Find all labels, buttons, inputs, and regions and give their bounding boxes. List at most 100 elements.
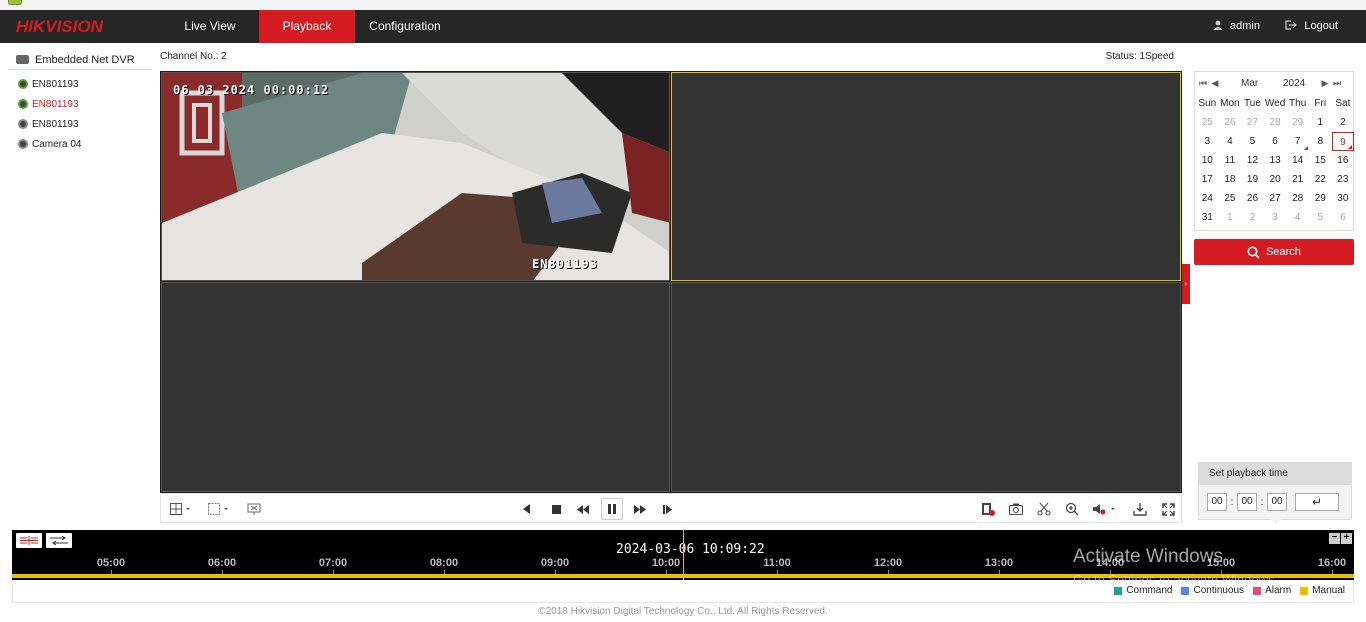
calendar-day[interactable]: 4: [1219, 132, 1242, 151]
calendar-day[interactable]: 5: [1241, 132, 1264, 151]
timeline-cursor[interactable]: [683, 530, 684, 580]
calendar-day[interactable]: 25: [1219, 189, 1242, 208]
calendar-day[interactable]: 20: [1264, 170, 1287, 189]
calendar-day[interactable]: 10: [1196, 151, 1219, 170]
tab-configuration[interactable]: Configuration: [363, 10, 447, 43]
calendar-day[interactable]: 5: [1309, 208, 1332, 227]
device-sidebar: Embedded Net DVR EN801193 EN801193 EN801…: [8, 50, 152, 154]
calendar-day[interactable]: 2: [1241, 208, 1264, 227]
fast-forward-button[interactable]: [631, 500, 649, 518]
timeline-zoom-in-icon[interactable]: +: [1341, 533, 1352, 544]
video-pane-4[interactable]: [671, 282, 1181, 492]
calendar-day[interactable]: 17: [1196, 170, 1219, 189]
calendar-day[interactable]: 18: [1219, 170, 1242, 189]
shortcut-icon: [8, 0, 22, 5]
calendar-day[interactable]: 27: [1264, 189, 1287, 208]
next-month-icon[interactable]: ▶: [1319, 78, 1331, 89]
calendar-day[interactable]: 8: [1309, 132, 1332, 151]
confirm-time-button[interactable]: ↵: [1295, 493, 1339, 511]
calendar-day[interactable]: 30: [1332, 189, 1355, 208]
calendar-day[interactable]: 19: [1241, 170, 1264, 189]
device-label: Embedded Net DVR: [35, 53, 135, 66]
calendar-day[interactable]: 29: [1286, 113, 1309, 132]
capture-button[interactable]: [1007, 500, 1025, 518]
calendar-day[interactable]: 9: [1331, 132, 1355, 151]
timeline-zoom-out-icon[interactable]: −: [1329, 533, 1340, 544]
search-button[interactable]: Search: [1194, 239, 1354, 265]
calendar-day[interactable]: 6: [1264, 132, 1287, 151]
video-pane-2[interactable]: [671, 72, 1181, 281]
calendar-day[interactable]: 2: [1332, 113, 1355, 132]
calendar-day[interactable]: 1: [1219, 208, 1242, 227]
timeline-tick-label: 12:00: [873, 557, 903, 569]
tab-live-view[interactable]: Live View: [168, 10, 252, 43]
calendar-day[interactable]: 3: [1196, 132, 1219, 151]
collapse-panel-handle[interactable]: ›: [1182, 264, 1190, 304]
audio-button[interactable]: [1091, 500, 1119, 518]
user-menu[interactable]: admin: [1213, 10, 1260, 43]
frame-step-button[interactable]: [659, 500, 675, 518]
calendar-day[interactable]: 24: [1196, 189, 1219, 208]
calendar-day[interactable]: 11: [1219, 151, 1242, 170]
calendar-day[interactable]: 12: [1241, 151, 1264, 170]
fast-forward-icon: [634, 504, 646, 514]
stop-icon: [551, 504, 561, 514]
stop-button[interactable]: [548, 500, 564, 518]
camera-icon: [18, 99, 28, 109]
calendar-day[interactable]: 25: [1196, 113, 1219, 132]
calendar-day[interactable]: 4: [1286, 208, 1309, 227]
camera-item-4[interactable]: Camera 04: [8, 134, 152, 154]
prev-year-icon[interactable]: ⏮: [1197, 78, 1209, 89]
tab-playback[interactable]: Playback: [259, 10, 355, 43]
minute-input[interactable]: 00: [1237, 493, 1257, 511]
window-select-icon: [208, 503, 228, 515]
second-input[interactable]: 00: [1267, 493, 1287, 511]
camera-item-2[interactable]: EN801193: [8, 94, 152, 114]
calendar-day[interactable]: 6: [1332, 208, 1355, 227]
digital-zoom-button[interactable]: [1063, 500, 1081, 518]
calendar-day[interactable]: 26: [1219, 113, 1242, 132]
slow-forward-button[interactable]: [574, 500, 592, 518]
calendar-day[interactable]: 1: [1309, 113, 1332, 132]
calendar-month[interactable]: Mar: [1241, 78, 1271, 89]
prev-month-icon[interactable]: ◀: [1209, 78, 1221, 89]
pause-button[interactable]: [601, 498, 623, 520]
calendar-day[interactable]: 28: [1264, 113, 1287, 132]
calendar-day[interactable]: 7: [1286, 132, 1309, 151]
legend-swatch: [1114, 586, 1123, 595]
video-pane-1[interactable]: 06 03 2024 00:00:12 EN801193: [161, 72, 670, 281]
calendar-year[interactable]: 2024: [1283, 78, 1313, 89]
video-pane-3[interactable]: [161, 282, 670, 492]
window-select-button[interactable]: [205, 500, 233, 518]
clip-manage-button[interactable]: [979, 500, 997, 518]
timeline-shrink-button[interactable]: [16, 533, 42, 548]
logout-button[interactable]: Logout: [1285, 10, 1338, 43]
calendar-day[interactable]: 13: [1264, 151, 1287, 170]
calendar-day[interactable]: 28: [1286, 189, 1309, 208]
camera-item-3[interactable]: EN801193: [8, 114, 152, 134]
stop-all-button[interactable]: [245, 500, 263, 518]
next-year-icon[interactable]: ⏭: [1331, 78, 1343, 89]
timeline-expand-button[interactable]: [46, 533, 72, 548]
calendar-day[interactable]: 22: [1309, 170, 1332, 189]
calendar-day[interactable]: 29: [1309, 189, 1332, 208]
calendar-day[interactable]: 31: [1196, 208, 1219, 227]
calendar-day[interactable]: 26: [1241, 189, 1264, 208]
camera-item-1[interactable]: EN801193: [8, 74, 152, 94]
calendar-day[interactable]: 21: [1286, 170, 1309, 189]
single-frame-icon: [662, 504, 672, 514]
calendar-day[interactable]: 15: [1309, 151, 1332, 170]
hour-input[interactable]: 00: [1207, 493, 1227, 511]
fullscreen-button[interactable]: [1159, 500, 1177, 518]
clip-button[interactable]: [1035, 500, 1053, 518]
download-button[interactable]: [1131, 500, 1149, 518]
calendar-day[interactable]: 27: [1241, 113, 1264, 132]
layout-split-button[interactable]: [167, 500, 195, 518]
reverse-play-button[interactable]: [519, 500, 535, 518]
calendar-day[interactable]: 23: [1332, 170, 1355, 189]
calendar-day[interactable]: 14: [1286, 151, 1309, 170]
calendar-day[interactable]: 16: [1332, 151, 1355, 170]
set-playback-time-panel: Set playback time 00 : 00 : 00 ↵: [1198, 462, 1352, 525]
calendar-day[interactable]: 3: [1264, 208, 1287, 227]
device-tree-root[interactable]: Embedded Net DVR: [8, 50, 152, 70]
